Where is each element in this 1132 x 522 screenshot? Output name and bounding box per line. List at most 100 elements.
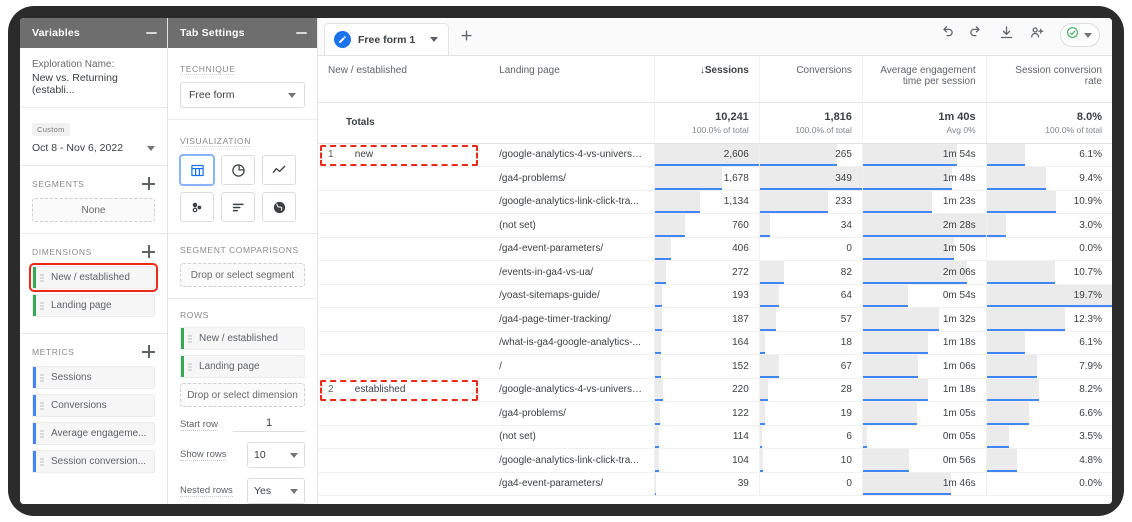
row-landing-page[interactable]: /ga4-page-timer-tracking/	[489, 307, 655, 332]
table-row[interactable]: /ga4-page-timer-tracking/187 57 1m 32s 12.3…	[318, 307, 1112, 332]
row-landing-page[interactable]: (not set)	[489, 425, 655, 449]
table-row[interactable]: /ga4-event-parameters/406 0 1m 50s 0.0%	[318, 237, 1112, 261]
row-conversion-rate: 9.4%	[985, 166, 1112, 191]
table-row[interactable]: (not set) 760 34 2m 28s 3.0%	[318, 213, 1112, 238]
row-landing-page[interactable]: (not set)	[489, 213, 655, 238]
dimension-item-landing-page[interactable]: Landing page	[32, 294, 155, 317]
share-user-icon[interactable]	[1029, 25, 1045, 45]
table-row[interactable]: /yoast-sitemaps-guide/193 64 0m 54s 19.7%	[318, 284, 1112, 308]
totals-conversion-rate: 8.0% 100.0% of total	[985, 102, 1112, 144]
metric-label: Session conversion...	[51, 456, 147, 467]
row-sessions: 760	[653, 213, 760, 238]
nested-rows-select[interactable]: Yes	[247, 478, 305, 504]
row-item-landing-page[interactable]: Landing page	[180, 355, 305, 378]
table-row[interactable]: /google-analytics-link-click-tra... 104 10…	[318, 448, 1112, 473]
download-icon[interactable]	[999, 25, 1014, 45]
column-header-dimension[interactable]: New / established	[318, 56, 490, 103]
redo-icon[interactable]	[969, 25, 984, 45]
metric-item-session-conversion[interactable]: Session conversion...	[32, 450, 155, 473]
metric-item-conversions[interactable]: Conversions	[32, 394, 155, 417]
row-index	[318, 284, 345, 308]
totals-conversions: 1,816 100.0% of total	[758, 102, 863, 144]
chevron-down-icon[interactable]	[430, 37, 439, 42]
line-chart-icon[interactable]	[262, 155, 296, 185]
add-segment-icon[interactable]	[142, 177, 155, 190]
drag-handle-icon[interactable]	[188, 334, 192, 343]
add-tab-button[interactable]	[459, 28, 474, 48]
minimize-icon[interactable]	[296, 32, 307, 34]
add-metric-icon[interactable]	[142, 345, 155, 358]
donut-chart-icon[interactable]	[221, 155, 255, 185]
start-row-input[interactable]: 1	[233, 417, 305, 432]
row-landing-page[interactable]: /google-analytics-4-vs-universa...	[489, 378, 655, 402]
column-header-landing-page[interactable]: Landing page	[489, 56, 655, 103]
chevron-down-icon[interactable]	[147, 145, 155, 151]
row-landing-page[interactable]: /what-is-ga4-google-analytics-...	[489, 331, 655, 355]
column-header-avg-engagement[interactable]: Average engagement time per session	[861, 56, 987, 103]
show-rows-select[interactable]: 10	[247, 442, 305, 468]
metric-value: 220	[732, 384, 749, 396]
add-dimension-icon[interactable]	[142, 245, 155, 258]
column-header-conversion-rate[interactable]: Session conversion rate	[985, 56, 1112, 103]
segment-dropzone[interactable]: Drop or select segment	[180, 263, 305, 287]
technique-label: TECHNIQUE	[180, 64, 236, 75]
exploration-name-value[interactable]: New vs. Returning (establi...	[32, 72, 155, 96]
row-landing-page[interactable]: /google-analytics-link-click-tra...	[489, 448, 655, 473]
drag-handle-icon[interactable]	[40, 401, 44, 410]
row-landing-page[interactable]: /yoast-sitemaps-guide/	[489, 284, 655, 308]
rows-label: ROWS	[180, 310, 209, 320]
row-landing-page[interactable]: /ga4-event-parameters/	[489, 472, 655, 496]
row-landing-page[interactable]: /events-in-ga4-vs-ua/	[489, 260, 655, 285]
row-landing-page[interactable]: /google-analytics-4-vs-universa...	[489, 143, 655, 167]
drag-handle-icon[interactable]	[40, 373, 44, 382]
drag-handle-icon[interactable]	[40, 273, 44, 282]
metric-item-avg-engagement[interactable]: Average engageme...	[32, 422, 155, 445]
metric-value: 0.0%	[1079, 243, 1102, 255]
row-landing-page[interactable]: /ga4-event-parameters/	[489, 237, 655, 261]
table-row[interactable]: /google-analytics-link-click-tra... 1,134…	[318, 190, 1112, 214]
drag-handle-icon[interactable]	[40, 429, 44, 438]
drag-handle-icon[interactable]	[40, 301, 44, 310]
table-row[interactable]: 2 established/google-analytics-4-vs-unive…	[318, 378, 1112, 402]
row-index	[318, 190, 345, 214]
tab-free-form-1[interactable]: Free form 1	[324, 23, 450, 55]
status-badge[interactable]	[1060, 23, 1100, 47]
table-row[interactable]: /events-in-ga4-vs-ua/272 82 2m 06s 10.7%	[318, 260, 1112, 285]
row-landing-page[interactable]: /	[489, 354, 655, 379]
geo-map-icon[interactable]	[262, 192, 296, 222]
drag-handle-icon[interactable]	[188, 362, 192, 371]
table-row[interactable]: / 152 67 1m 06s 7.9%	[318, 354, 1112, 379]
segment-none-item[interactable]: None	[32, 198, 155, 222]
table-row[interactable]: /ga4-event-parameters/39 0 1m 46s 0.0%	[318, 472, 1112, 496]
table-row[interactable]: /ga4-problems/1,678 349 1m 48s 9.4%	[318, 166, 1112, 191]
technique-select[interactable]: Free form	[180, 82, 305, 108]
table-icon[interactable]	[180, 155, 214, 185]
row-dimension	[344, 401, 490, 426]
scatter-plot-icon[interactable]	[180, 192, 214, 222]
undo-icon[interactable]	[939, 25, 954, 45]
column-header-conversions[interactable]: Conversions	[758, 56, 863, 103]
bar-chart-icon[interactable]	[221, 192, 255, 222]
nested-rows-label: Nested rows	[180, 485, 233, 497]
metric-value: 104	[732, 454, 749, 466]
row-avg-engagement: 1m 48s	[861, 166, 987, 191]
date-range-section[interactable]: Custom Oct 8 - Nov 6, 2022	[20, 108, 167, 166]
row-landing-page[interactable]: /ga4-problems/	[489, 166, 655, 191]
column-header-sessions[interactable]: ↓Sessions	[653, 56, 760, 103]
table-row[interactable]: 1 new/google-analytics-4-vs-universa... 2,…	[318, 143, 1112, 167]
metric-value: 3.0%	[1079, 219, 1102, 231]
dimension-item-new-established[interactable]: New / established	[29, 263, 158, 292]
row-conversions: 57	[758, 307, 863, 332]
row-item-new-established[interactable]: New / established	[180, 327, 305, 350]
table-row[interactable]: (not set) 114 6 0m 05s 3.5%	[318, 425, 1112, 449]
table-row[interactable]: /what-is-ga4-google-analytics-... 164 18 1m…	[318, 331, 1112, 355]
row-dimension	[344, 260, 490, 285]
table-row[interactable]: /ga4-problems/122 19 1m 05s 6.6%	[318, 401, 1112, 426]
dimension-dropzone[interactable]: Drop or select dimension	[180, 383, 305, 407]
row-avg-engagement: 1m 06s	[861, 354, 987, 379]
row-landing-page[interactable]: /ga4-problems/	[489, 401, 655, 426]
minimize-icon[interactable]	[146, 32, 157, 34]
drag-handle-icon[interactable]	[40, 457, 44, 466]
row-landing-page[interactable]: /google-analytics-link-click-tra...	[489, 190, 655, 214]
metric-item-sessions[interactable]: Sessions	[32, 366, 155, 389]
